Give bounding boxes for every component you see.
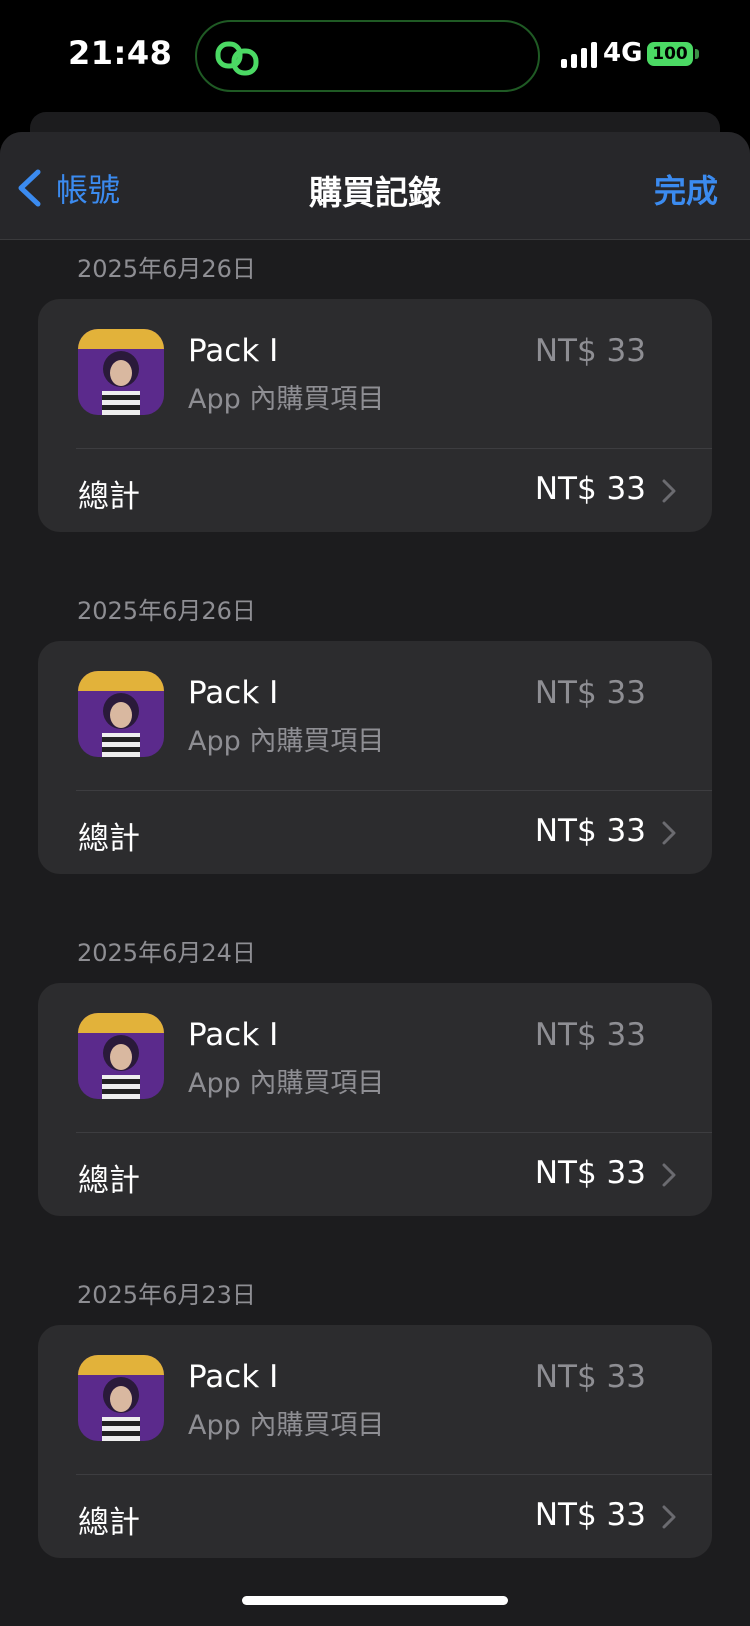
total-price: NT$ 33 <box>534 1497 646 1533</box>
chevron-right-icon <box>662 1505 676 1529</box>
status-time: 21:48 <box>68 34 173 72</box>
status-bar: 21:48 4G 100 <box>0 0 750 110</box>
item-name: Pack I <box>188 333 279 369</box>
purchase-history-sheet: 帳號 購買記錄 完成 2025年6月26日 Pack I App 內購買項目 N… <box>0 132 750 1626</box>
network-type: 4G <box>603 38 643 68</box>
purchase-card: Pack I App 內購買項目 NT$ 33 總計 NT$ 33 <box>38 983 712 1216</box>
battery-tip <box>695 49 699 59</box>
total-row[interactable]: 總計 NT$ 33 <box>38 1475 712 1558</box>
total-price: NT$ 33 <box>534 813 646 849</box>
chevron-right-icon <box>662 821 676 845</box>
navigation-bar: 帳號 購買記錄 完成 <box>0 132 750 240</box>
purchase-date: 2025年6月26日 <box>77 255 256 283</box>
app-icon <box>78 1013 164 1099</box>
item-name: Pack I <box>188 1359 279 1395</box>
app-icon <box>78 1355 164 1441</box>
page-title: 購買記錄 <box>309 173 441 212</box>
app-icon <box>78 671 164 757</box>
item-type: App 內購買項目 <box>188 1410 385 1441</box>
purchase-card: Pack I App 內購買項目 NT$ 33 總計 NT$ 33 <box>38 299 712 532</box>
item-price: NT$ 33 <box>534 333 646 369</box>
item-price: NT$ 33 <box>534 675 646 711</box>
dynamic-island <box>195 20 540 92</box>
total-label: 總計 <box>78 821 140 857</box>
total-label: 總計 <box>78 479 140 515</box>
link-chain-icon <box>215 41 259 76</box>
total-label: 總計 <box>78 1163 140 1199</box>
purchase-card: Pack I App 內購買項目 NT$ 33 總計 NT$ 33 <box>38 641 712 874</box>
chevron-right-icon <box>662 479 676 503</box>
total-label: 總計 <box>78 1505 140 1541</box>
total-row[interactable]: 總計 NT$ 33 <box>38 791 712 874</box>
item-name: Pack I <box>188 1017 279 1053</box>
item-type: App 內購買項目 <box>188 384 385 415</box>
purchase-date: 2025年6月26日 <box>77 597 256 625</box>
total-price: NT$ 33 <box>534 1155 646 1191</box>
total-row[interactable]: 總計 NT$ 33 <box>38 1133 712 1216</box>
item-price: NT$ 33 <box>534 1359 646 1395</box>
battery-icon: 100 <box>647 42 693 66</box>
purchase-card: Pack I App 內購買項目 NT$ 33 總計 NT$ 33 <box>38 1325 712 1558</box>
done-button[interactable]: 完成 <box>654 166 718 212</box>
item-name: Pack I <box>188 675 279 711</box>
item-type: App 內購買項目 <box>188 726 385 757</box>
total-row[interactable]: 總計 NT$ 33 <box>38 449 712 532</box>
purchase-date: 2025年6月23日 <box>77 1281 256 1309</box>
item-price: NT$ 33 <box>534 1017 646 1053</box>
item-type: App 內購買項目 <box>188 1068 385 1099</box>
home-indicator[interactable] <box>242 1596 508 1605</box>
chevron-right-icon <box>662 1163 676 1187</box>
purchase-date: 2025年6月24日 <box>77 939 256 967</box>
app-icon <box>78 329 164 415</box>
cellular-signal-icon <box>561 42 597 68</box>
total-price: NT$ 33 <box>534 471 646 507</box>
